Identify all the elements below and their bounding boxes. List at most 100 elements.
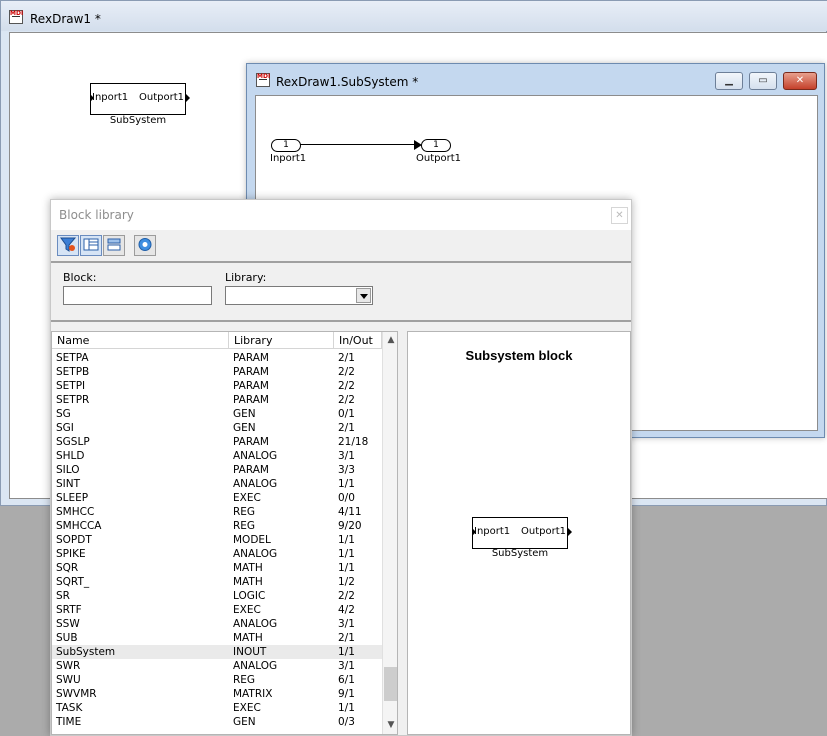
cell-name: SQR: [56, 562, 79, 574]
cell-library: ANALOG: [233, 660, 278, 672]
table-row[interactable]: SUB MATH 2/1: [52, 631, 382, 645]
cell-name: SWU: [56, 674, 81, 686]
cell-inout: 2/2: [338, 380, 355, 392]
block-outport-label: Outport1: [139, 92, 184, 103]
cell-inout: 2/1: [338, 352, 355, 364]
table-row[interactable]: SMHCC REG 4/11: [52, 505, 382, 519]
scroll-up-icon[interactable]: ▲: [383, 332, 397, 349]
table-row[interactable]: SGSLP PARAM 21/18: [52, 435, 382, 449]
table-row[interactable]: SGI GEN 2/1: [52, 421, 382, 435]
table-row[interactable]: SETPA PARAM 2/1: [52, 351, 382, 365]
cell-name: SGSLP: [56, 436, 90, 448]
column-header-library[interactable]: Library: [229, 332, 334, 349]
cell-library: MATH: [233, 576, 263, 588]
cell-inout: 2/2: [338, 394, 355, 406]
cell-library: ANALOG: [233, 618, 278, 630]
table-row[interactable]: TASK EXEC 1/1: [52, 701, 382, 715]
cell-name: SETPB: [56, 366, 90, 378]
cell-library: PARAM: [233, 436, 269, 448]
cell-inout: 2/1: [338, 422, 355, 434]
cell-name: SR: [56, 590, 70, 602]
cell-name: TIME: [56, 716, 82, 728]
cell-name: SETPI: [56, 380, 86, 392]
table-row[interactable]: SRTF EXEC 4/2: [52, 603, 382, 617]
table-row[interactable]: SQR MATH 1/1: [52, 561, 382, 575]
cell-library: REG: [233, 520, 256, 532]
cell-inout: 4/2: [338, 604, 355, 616]
library-titlebar[interactable]: Block library ✕: [51, 200, 631, 230]
close-button[interactable]: ✕: [783, 72, 817, 90]
table-row[interactable]: SWVMR MATRIX 9/1: [52, 687, 382, 701]
main-titlebar[interactable]: MDI RexDraw1 *: [1, 1, 827, 31]
outport-block[interactable]: 1: [421, 139, 451, 152]
cell-library: PARAM: [233, 464, 269, 476]
table-row[interactable]: SG GEN 0/1: [52, 407, 382, 421]
table-row[interactable]: SPIKE ANALOG 1/1: [52, 547, 382, 561]
library-field-label: Library:: [225, 271, 267, 284]
cell-name: SRTF: [56, 604, 82, 616]
table-row[interactable]: SSW ANALOG 3/1: [52, 617, 382, 631]
cell-name: SLEEP: [56, 492, 89, 504]
library-title: Block library: [59, 208, 134, 222]
library-filter-panel: Block: Library:: [51, 263, 631, 322]
cell-inout: 3/1: [338, 450, 355, 462]
table-row[interactable]: TIME GEN 0/3: [52, 715, 382, 729]
help-icon[interactable]: [134, 235, 156, 256]
cell-library: EXEC: [233, 604, 261, 616]
cell-name: TASK: [56, 702, 83, 714]
table-row[interactable]: SWU REG 6/1: [52, 673, 382, 687]
table-row[interactable]: SOPDT MODEL 1/1: [52, 533, 382, 547]
cell-name: SHLD: [56, 450, 85, 462]
library-close-button[interactable]: ✕: [611, 207, 628, 224]
table-row[interactable]: SR LOGIC 2/2: [52, 589, 382, 603]
table-scrollbar[interactable]: ▲ ▼: [382, 332, 397, 734]
cell-library: PARAM: [233, 394, 269, 406]
subsystem-block[interactable]: Inport1 Outport1: [90, 83, 190, 115]
cell-inout: 1/1: [338, 702, 355, 714]
table-row[interactable]: SETPR PARAM 2/2: [52, 393, 382, 407]
inport-block[interactable]: 1: [271, 139, 301, 152]
cell-name: SETPR: [56, 394, 90, 406]
list-view-icon[interactable]: [103, 235, 125, 256]
table-row[interactable]: SINT ANALOG 1/1: [52, 477, 382, 491]
table-row[interactable]: SETPI PARAM 2/2: [52, 379, 382, 393]
cell-library: PARAM: [233, 352, 269, 364]
scroll-thumb[interactable]: [384, 667, 397, 701]
table-row[interactable]: SQRT_ MATH 1/2: [52, 575, 382, 589]
block-search-input[interactable]: [63, 286, 212, 305]
minimize-button[interactable]: ▁: [715, 72, 743, 90]
cell-name: SILO: [56, 464, 80, 476]
column-header-inout[interactable]: In/Out: [334, 332, 382, 349]
outport-label: Outport1: [416, 153, 461, 164]
preview-subsystem-block[interactable]: Inport1 Outport1: [472, 517, 572, 549]
details-view-icon[interactable]: [80, 235, 102, 256]
scroll-down-icon[interactable]: ▼: [383, 717, 397, 734]
cell-inout: 6/1: [338, 674, 355, 686]
cell-name: SWR: [56, 660, 81, 672]
cell-library: PARAM: [233, 366, 269, 378]
rexdraw-icon: MDI: [9, 10, 23, 24]
table-row[interactable]: SLEEP EXEC 0/0: [52, 491, 382, 505]
inport-label: Inport1: [270, 153, 307, 164]
table-row[interactable]: SMHCCA REG 9/20: [52, 519, 382, 533]
table-row[interactable]: SHLD ANALOG 3/1: [52, 449, 382, 463]
table-row[interactable]: SubSystem INOUT 1/1: [52, 645, 382, 659]
filter-icon[interactable]: [57, 235, 79, 256]
cell-inout: 1/1: [338, 534, 355, 546]
table-row[interactable]: SILO PARAM 3/3: [52, 463, 382, 477]
block-list-table[interactable]: Name Library In/Out SETPA PARAM 2/1 SETPB PA…: [51, 331, 398, 735]
maximize-button[interactable]: ▭: [749, 72, 777, 90]
column-header-name[interactable]: Name: [52, 332, 229, 349]
subsystem-titlebar[interactable]: MDI RexDraw1.SubSystem * ▁ ▭ ✕: [247, 64, 824, 94]
chevron-down-icon[interactable]: [356, 288, 371, 303]
signal-wire[interactable]: [300, 144, 418, 145]
table-row[interactable]: SETPB PARAM 2/2: [52, 365, 382, 379]
table-row[interactable]: SWR ANALOG 3/1: [52, 659, 382, 673]
cell-library: MATH: [233, 632, 263, 644]
cell-library: PARAM: [233, 380, 269, 392]
cell-library: GEN: [233, 422, 256, 434]
library-select[interactable]: [225, 286, 373, 305]
cell-library: INOUT: [233, 646, 267, 658]
preview-title: Subsystem block: [465, 348, 573, 363]
cell-name: SQRT_: [56, 576, 90, 588]
